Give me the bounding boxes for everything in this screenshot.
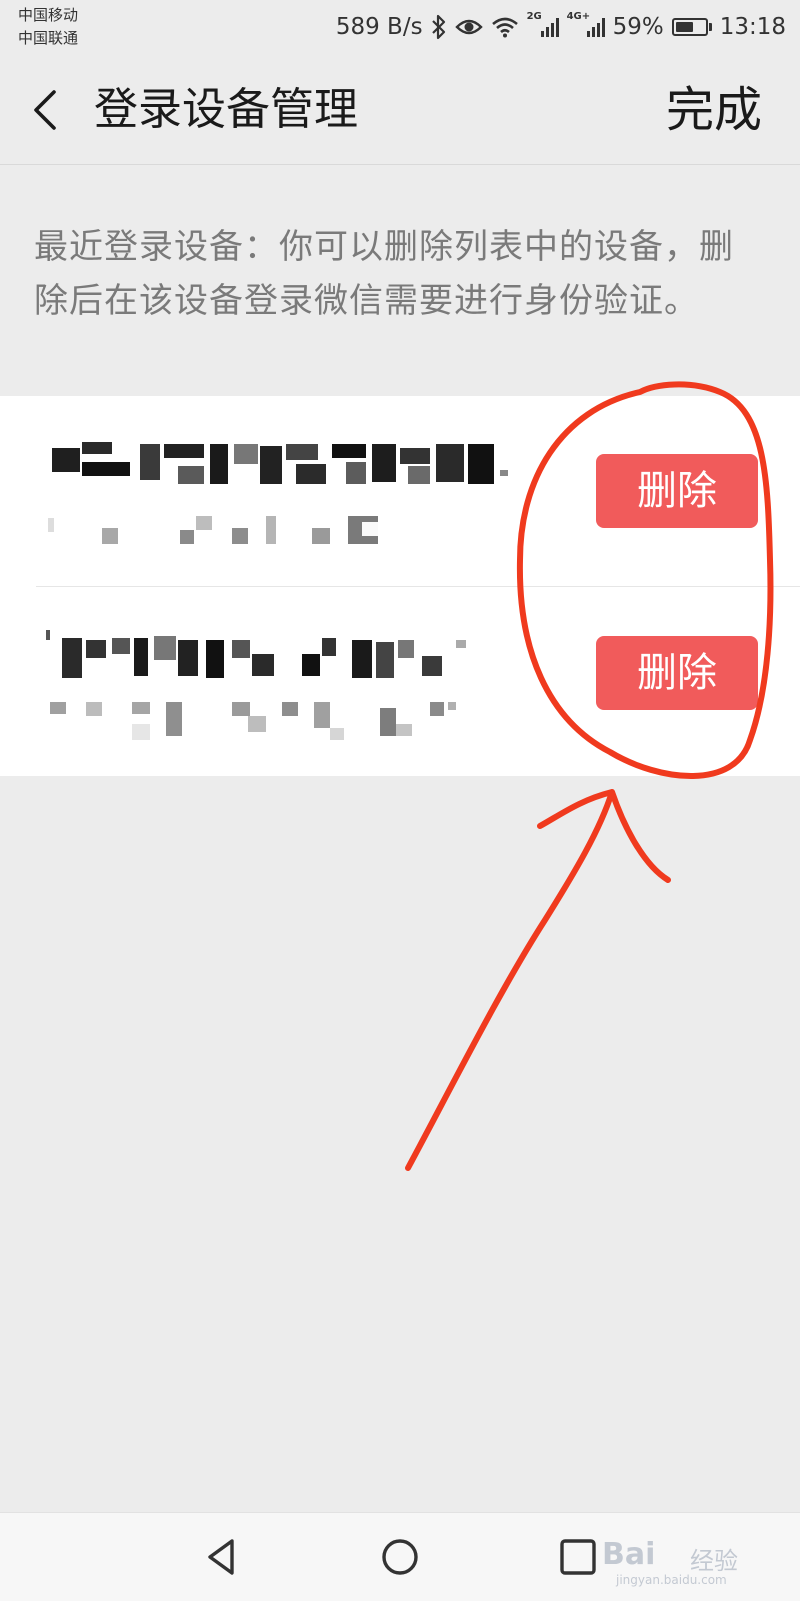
bluetooth-icon xyxy=(431,14,445,40)
battery-icon xyxy=(671,18,712,36)
page-title: 登录设备管理 xyxy=(94,84,358,135)
network-speed: 589 B/s xyxy=(335,14,423,40)
pixelated-device-name xyxy=(46,630,466,678)
eye-icon xyxy=(454,19,483,35)
system-nav-bar: Bai 经验 jingyan.baidu.com xyxy=(0,1512,800,1601)
battery-percent: 59% xyxy=(612,14,664,40)
wifi-icon xyxy=(491,17,518,38)
watermark-url: jingyan.baidu.com xyxy=(616,1573,727,1587)
carrier-2: 中国联通 xyxy=(18,29,79,47)
annotation-arrow xyxy=(405,789,671,1171)
recents-square-icon[interactable] xyxy=(554,1533,602,1581)
device-row: 删除 xyxy=(0,396,800,586)
pixelated-device-info xyxy=(48,516,378,544)
pixelated-device-info xyxy=(50,702,456,740)
status-bar: 中国移动 中国联通 589 B/s 2G 4G+ 59% 13:18 xyxy=(0,0,800,56)
description-text: 最近登录设备：你可以删除列表中的设备，删除后在该设备登录微信需要进行身份验证。 xyxy=(34,227,734,321)
device-list: 删除 删除 xyxy=(0,396,800,776)
chevron-left-icon[interactable] xyxy=(26,84,66,136)
home-circle-icon[interactable] xyxy=(376,1533,424,1581)
watermark-name: 经验 xyxy=(690,1547,738,1575)
delete-button[interactable]: 删除 xyxy=(596,454,758,528)
status-indicators: 589 B/s 2G 4G+ 59% 13:18 xyxy=(335,11,786,42)
signal-icon: 2G xyxy=(527,11,559,37)
carrier-info: 中国移动 中国联通 xyxy=(18,4,78,50)
device-row: 删除 xyxy=(0,586,800,776)
signal-2-tag: 4G+ xyxy=(566,11,591,22)
clock: 13:18 xyxy=(719,14,786,40)
watermark-brand: Bai xyxy=(602,1537,656,1572)
nav-bar: 登录设备管理 完成 xyxy=(0,56,800,165)
watermark: Bai 经验 jingyan.baidu.com xyxy=(602,1533,752,1593)
carrier-1: 中国移动 xyxy=(18,6,79,24)
signal-icon: 4G+ xyxy=(567,11,605,37)
signal-1-tag: 2G xyxy=(526,11,542,22)
back-triangle-icon[interactable] xyxy=(198,1533,246,1581)
done-button[interactable]: 完成 xyxy=(666,82,762,138)
delete-button[interactable]: 删除 xyxy=(596,636,758,710)
pixelated-device-name xyxy=(52,442,508,484)
